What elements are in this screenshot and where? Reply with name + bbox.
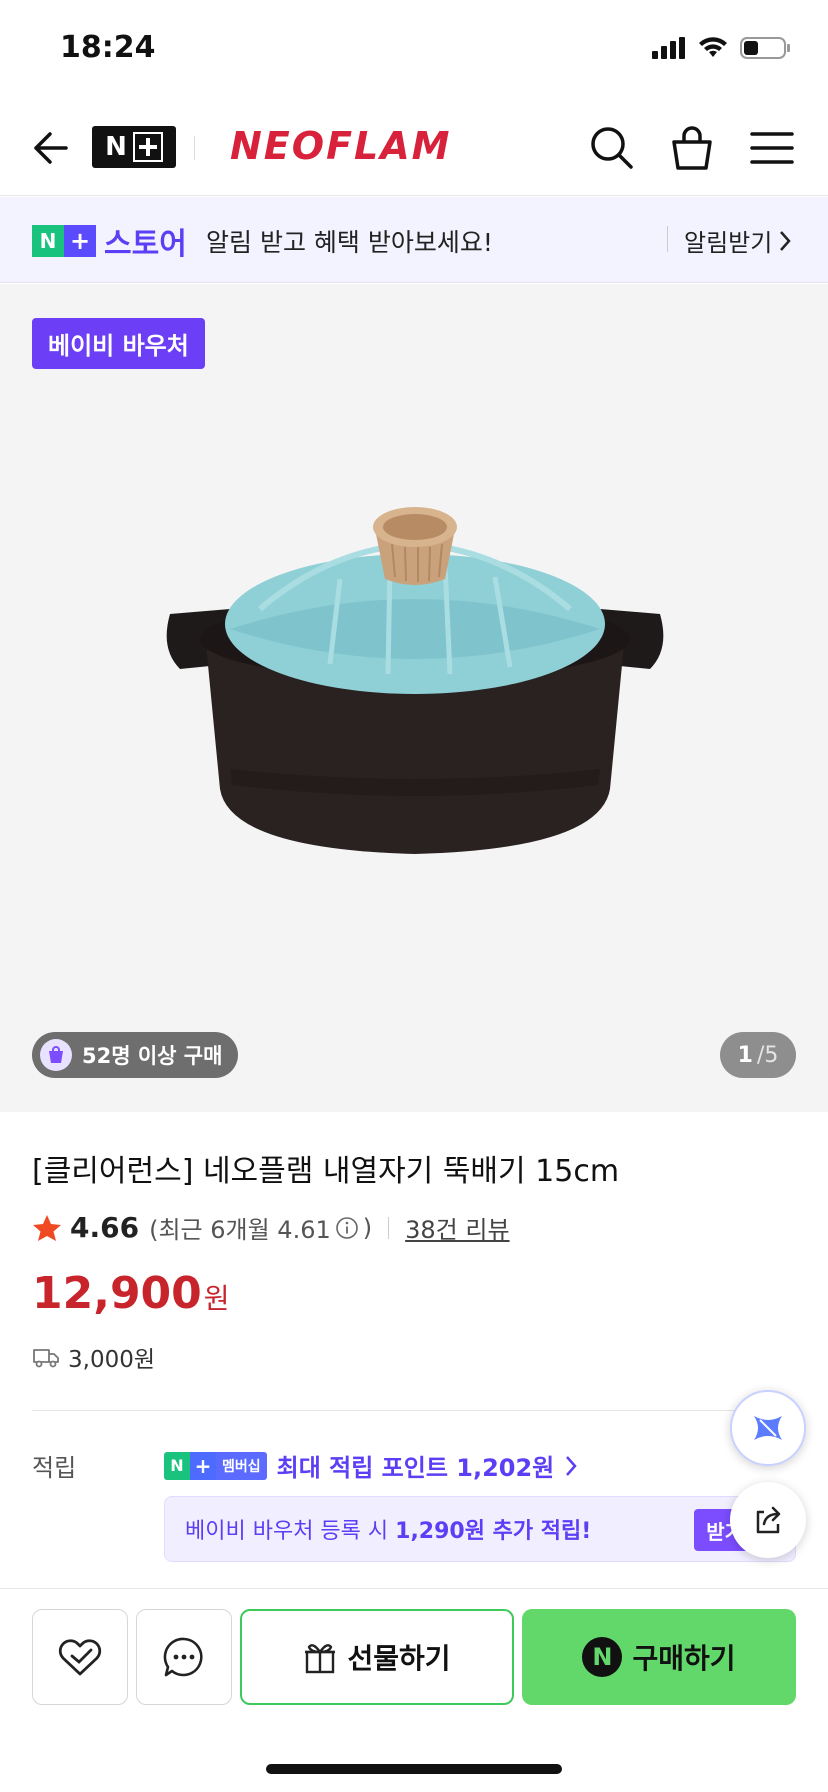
recent-rating: (최근 6개월 4.61 ) xyxy=(149,1213,373,1245)
chevron-right-icon xyxy=(780,230,792,251)
home-indicator[interactable] xyxy=(266,1764,562,1774)
rating-divider xyxy=(388,1216,390,1239)
naver-plus-badge: N + xyxy=(32,225,96,257)
price-unit: 원 xyxy=(203,1282,230,1315)
back-arrow-icon[interactable] xyxy=(28,124,72,172)
gift-icon xyxy=(305,1644,336,1674)
chat-bubble-icon xyxy=(163,1637,203,1677)
image-page-indicator: 1 /5 xyxy=(720,1032,796,1078)
store-label: 스토어 xyxy=(104,227,187,262)
wifi-icon xyxy=(699,37,727,57)
info-icon[interactable] xyxy=(335,1216,359,1240)
plus-icon xyxy=(132,132,163,162)
rating-value: 4.66 xyxy=(70,1211,140,1244)
chevron-right-icon xyxy=(566,1455,577,1476)
points-label: 적립 xyxy=(32,1454,77,1482)
purchase-count-badge: 52명 이상 구매 xyxy=(32,1032,239,1078)
alert-subscribe-button[interactable]: 알림받기 xyxy=(684,223,792,258)
battery-icon xyxy=(740,37,790,59)
ai-sparkle-icon xyxy=(754,1416,782,1440)
share-icon xyxy=(756,1506,781,1534)
rating-row: 4.66 (최근 6개월 4.61 ) 38건 리뷰 xyxy=(32,1210,510,1245)
shopping-bag-icon xyxy=(40,1039,72,1071)
status-icons xyxy=(652,36,792,60)
status-bar: 18:24 xyxy=(0,0,828,100)
review-count-link[interactable]: 38건 리뷰 xyxy=(405,1210,509,1245)
status-time: 18:24 xyxy=(60,30,156,65)
baby-voucher-badge: 베이비 바우처 xyxy=(32,318,205,369)
naver-plus-logo[interactable]: N xyxy=(92,126,176,168)
naver-pay-icon: N xyxy=(582,1637,623,1677)
store-alert-banner[interactable]: N + 스토어 알림 받고 혜택 받아보세요! 알림받기 xyxy=(0,197,828,283)
gift-button[interactable]: 선물하기 xyxy=(240,1609,514,1705)
membership-badge: N + 멤버십 xyxy=(164,1451,267,1480)
app-header: N NEOFLAM xyxy=(0,100,828,196)
star-icon xyxy=(33,1214,61,1241)
price: 12,900 원 xyxy=(32,1268,230,1319)
promo-divider xyxy=(667,226,668,252)
max-points-link[interactable]: N + 멤버십 최대 적립 포인트 1,202원 xyxy=(164,1448,578,1483)
header-divider xyxy=(194,136,195,160)
shipping-fee: 3,000원 xyxy=(32,1340,155,1374)
alert-message: 알림 받고 혜택 받아보세요! xyxy=(206,228,493,257)
cellular-signal-icon xyxy=(652,37,685,59)
shopping-bag-icon[interactable] xyxy=(668,124,716,172)
search-icon[interactable] xyxy=(588,124,636,172)
delivery-truck-icon xyxy=(33,1349,59,1368)
share-button[interactable] xyxy=(730,1482,806,1558)
menu-icon[interactable] xyxy=(748,124,796,172)
wishlist-button[interactable] xyxy=(32,1609,128,1705)
product-title: [클리어런스] 네오플램 내열자기 뚝배기 15cm xyxy=(32,1154,620,1189)
product-image-carousel[interactable]: 베이비 바우처 52명 이상 구매 1 /5 xyxy=(0,284,828,1112)
brand-logo[interactable]: NEOFLAM xyxy=(230,124,451,168)
buy-button[interactable]: N 구매하기 xyxy=(522,1609,796,1705)
price-value: 12,900 xyxy=(32,1268,202,1319)
bottom-action-bar: 선물하기 N 구매하기 xyxy=(0,1588,828,1708)
chat-button[interactable] xyxy=(136,1609,232,1705)
max-points-text: 최대 적립 포인트 1,202원 xyxy=(276,1454,555,1482)
product-photo xyxy=(166,507,664,854)
voucher-points-banner: 베이비 바우처 등록 시 1,290원 추가 적립! 받기 xyxy=(164,1496,796,1562)
section-divider xyxy=(32,1410,796,1411)
ai-assistant-button[interactable] xyxy=(730,1390,806,1466)
heart-check-icon xyxy=(58,1639,102,1676)
